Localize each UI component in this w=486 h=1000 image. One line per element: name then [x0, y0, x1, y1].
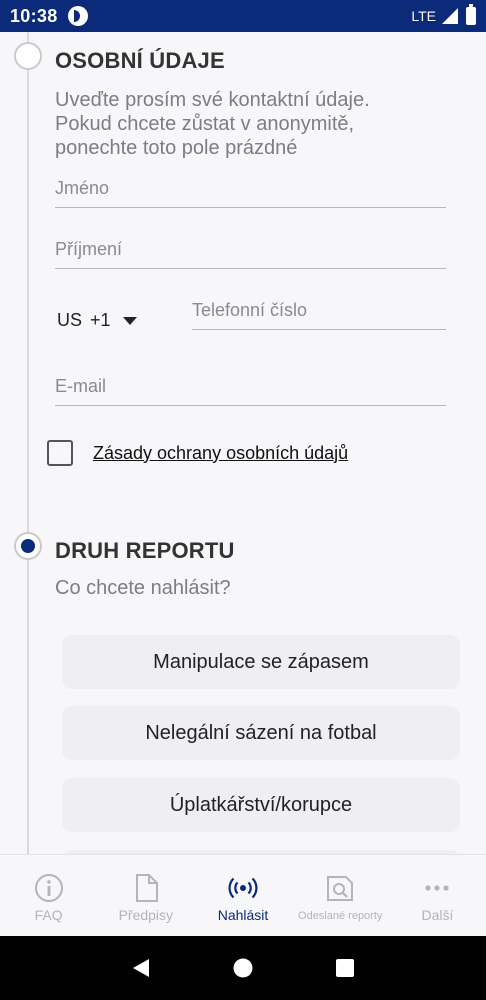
nav-item-regulations[interactable]: Předpisy: [97, 855, 194, 936]
description-line: ponechte toto pole prázdné: [55, 137, 298, 159]
phone-input[interactable]: [192, 300, 446, 329]
last-name-field: [55, 239, 446, 269]
privacy-policy-link[interactable]: Zásady ochrany osobních údajů: [93, 443, 348, 464]
country-code: US: [57, 310, 83, 330]
battery-icon: [466, 4, 476, 25]
section-title-report-type: DRUH REPORTU: [55, 538, 235, 563]
status-indicators: LTE: [411, 4, 476, 25]
privacy-checkbox[interactable]: [47, 440, 73, 466]
nav-item-sent-reports[interactable]: Odeslané reporty: [292, 855, 389, 936]
more-icon: [425, 885, 450, 891]
system-navigation-bar: [0, 936, 486, 1000]
email-field: [55, 376, 446, 406]
nav-item-report[interactable]: Nahlásit: [194, 855, 291, 936]
report-option-button[interactable]: Úplatkářství/korupce: [62, 778, 460, 832]
last-name-input[interactable]: [55, 239, 446, 268]
broadcast-icon: [228, 877, 258, 899]
nav-label: Předpisy: [118, 907, 174, 923]
nav-label: Další: [421, 907, 454, 923]
nav-label: FAQ: [34, 907, 63, 923]
description-line: Uveďte prosím své kontaktní údaje.: [55, 89, 370, 111]
description-line: Pokud chcete zůstat v anonymitě,: [55, 113, 355, 135]
report-form[interactable]: OSOBNÍ ÚDAJE Uveďte prosím své kontaktní…: [0, 32, 486, 854]
step-timeline: [27, 32, 29, 854]
nav-label: Odeslané reporty: [298, 910, 383, 922]
first-name-input[interactable]: [55, 178, 446, 207]
report-option-button[interactable]: Manipulace se zápasem: [62, 635, 460, 689]
info-icon: [34, 874, 63, 902]
first-name-field: [55, 178, 446, 208]
status-bar: 10:38 LTE: [0, 0, 486, 32]
country-code-select[interactable]: US +1: [57, 310, 137, 331]
app-notification-icon: [67, 6, 88, 26]
nav-item-faq[interactable]: FAQ: [0, 855, 97, 936]
section-question-report-type: Co chcete nahlásit?: [55, 577, 231, 599]
nav-label: Nahlásit: [217, 907, 269, 923]
dropdown-arrow-icon: [122, 316, 137, 325]
step-report-type-indicator: [14, 532, 42, 560]
dial-code: +1: [90, 310, 111, 330]
network-type: LTE: [411, 8, 436, 24]
home-icon[interactable]: [232, 957, 254, 979]
step-personal-indicator: [14, 42, 42, 70]
nav-item-more[interactable]: Další: [389, 855, 486, 936]
report-option-button[interactable]: Nelegální sázení na fotbal: [62, 706, 460, 760]
document-icon: [135, 874, 158, 902]
phone-field: [192, 300, 446, 330]
section-description-personal: Uveďte prosím své kontaktní údaje. Pokud…: [55, 88, 435, 160]
section-title-personal: OSOBNÍ ÚDAJE: [55, 48, 225, 73]
search-document-icon: [327, 876, 354, 901]
email-input[interactable]: [55, 376, 446, 405]
privacy-consent-row: Zásady ochrany osobních údajů: [47, 440, 348, 466]
back-icon[interactable]: [130, 957, 152, 979]
recents-icon[interactable]: [334, 957, 356, 979]
status-time: 10:38: [10, 5, 58, 26]
signal-icon: [442, 8, 458, 24]
bottom-navigation: FAQ Předpisy Nahlásit Odeslané reporty D…: [0, 854, 486, 936]
